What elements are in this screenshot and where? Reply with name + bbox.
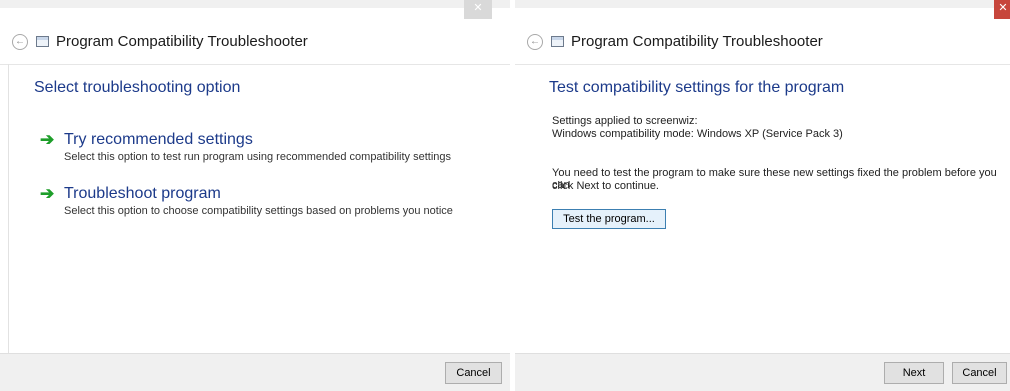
settings-applied-label: Settings applied to screenwiz: [552,115,698,127]
dialog-header: ← Program Compatibility Troubleshooter [0,19,510,64]
option-description: Select this option to choose compatibili… [64,205,453,217]
next-button[interactable]: Next [884,362,944,384]
close-icon: ✕ [473,2,483,14]
troubleshooter-app-icon [551,36,564,47]
option-title: Troubleshoot program [64,185,221,202]
green-arrow-icon: ➔ [40,130,55,149]
dialog-footer: Next Cancel [515,353,1010,391]
option-text: Troubleshoot program Select this option … [64,185,453,217]
option-title: Try recommended settings [64,131,253,148]
title-bar [515,0,1010,8]
dialog-footer: Cancel [0,353,510,391]
window-edge [8,64,9,354]
app-title: Program Compatibility Troubleshooter [56,33,308,50]
cancel-button[interactable]: Cancel [952,362,1007,384]
instruction-text-line-2: click Next to continue. [552,180,659,192]
back-arrow-icon[interactable]: ← [527,33,543,50]
troubleshooter-dialog-test-settings: ✕ ← Program Compatibility Troubleshooter… [515,0,1010,391]
close-button[interactable]: ✕ [994,0,1010,19]
option-text: Try recommended settings Select this opt… [64,131,451,163]
dialog-content: Select troubleshooting option ➔ Try reco… [0,64,510,354]
option-description: Select this option to test run program u… [64,151,452,163]
test-program-button[interactable]: Test the program... [552,209,666,229]
compatibility-mode-text: Windows compatibility mode: Windows XP (… [552,128,843,140]
option-try-recommended-settings[interactable]: ➔ Try recommended settings Select this o… [40,130,451,164]
app-title: Program Compatibility Troubleshooter [571,33,823,50]
title-bar [0,0,510,8]
troubleshooter-app-icon [36,36,49,47]
page-heading: Select troubleshooting option [34,79,241,96]
green-arrow-icon: ➔ [40,184,55,203]
close-icon: ✕ [998,2,1008,14]
dialog-header: ← Program Compatibility Troubleshooter [515,19,1010,64]
cancel-button[interactable]: Cancel [445,362,502,384]
page-heading: Test compatibility settings for the prog… [549,79,845,96]
back-arrow-icon[interactable]: ← [12,33,28,50]
option-troubleshoot-program[interactable]: ➔ Troubleshoot program Select this optio… [40,184,453,218]
dialog-content: Test compatibility settings for the prog… [515,64,1010,354]
close-button[interactable]: ✕ [464,0,492,19]
troubleshooter-dialog-options: ✕ ← Program Compatibility Troubleshooter… [0,0,510,391]
